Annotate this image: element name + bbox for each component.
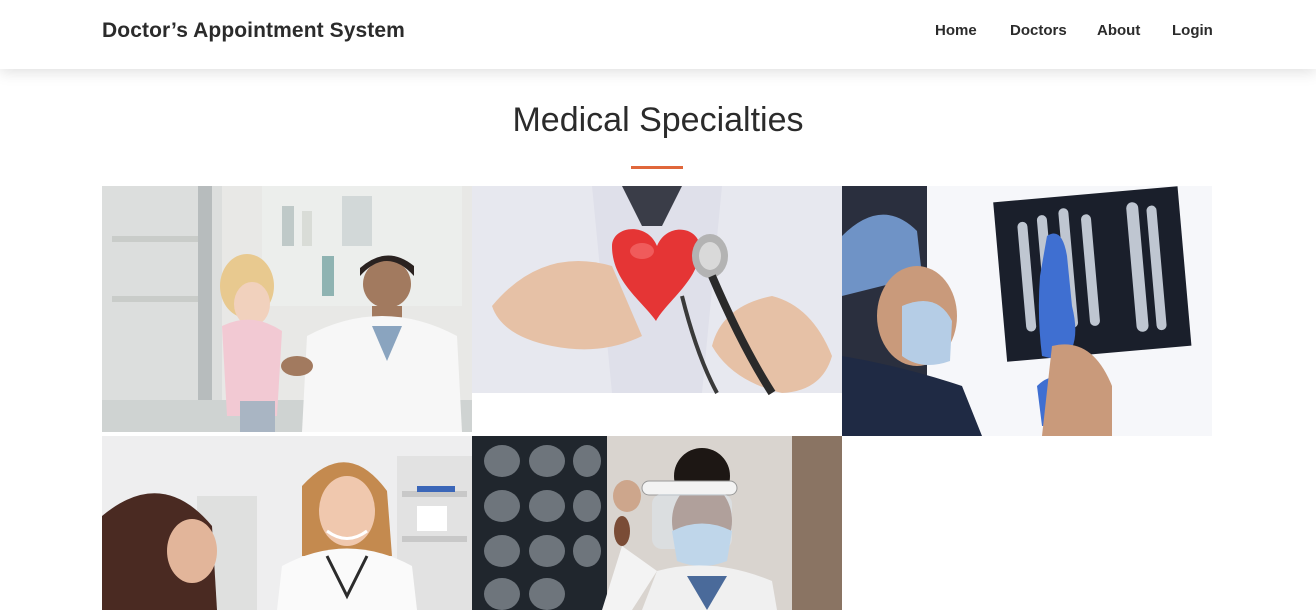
site-brand[interactable]: Doctor’s Appointment System bbox=[102, 19, 405, 43]
nav-link-doctors[interactable]: Doctors bbox=[1010, 22, 1067, 39]
specialty-card-cardiology[interactable] bbox=[472, 186, 842, 436]
navbar: Doctor’s Appointment System Home Doctors… bbox=[0, 0, 1316, 69]
general-medicine-photo bbox=[102, 436, 472, 610]
neurology-photo bbox=[472, 436, 842, 610]
specialty-card-neurology[interactable] bbox=[472, 436, 842, 610]
nav-link-home[interactable]: Home bbox=[935, 22, 977, 39]
radiology-photo bbox=[842, 186, 1212, 436]
nav-link-about[interactable]: About bbox=[1097, 22, 1140, 39]
page-title: Medical Specialties bbox=[512, 101, 804, 139]
specialty-card-radiology[interactable] bbox=[842, 186, 1212, 436]
specialty-card-general-medicine[interactable] bbox=[102, 436, 472, 610]
specialty-card-pediatrics[interactable] bbox=[102, 186, 472, 432]
pediatrics-photo bbox=[102, 186, 472, 432]
nav-link-login[interactable]: Login bbox=[1172, 22, 1213, 39]
title-underline bbox=[631, 166, 683, 169]
cardiology-photo bbox=[472, 186, 842, 436]
